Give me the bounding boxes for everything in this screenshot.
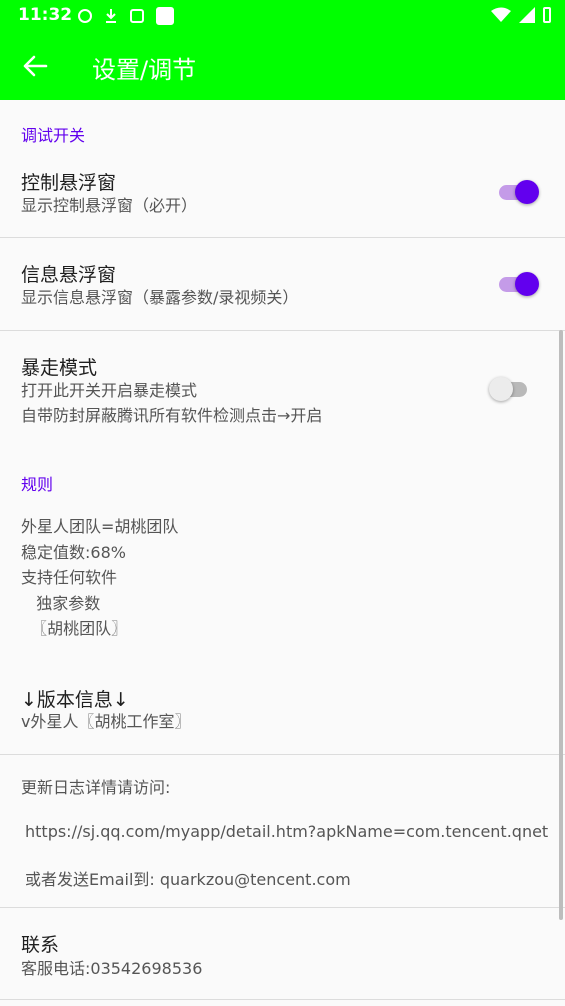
divider bbox=[0, 330, 565, 331]
page-title: 设置/调节 bbox=[92, 56, 197, 84]
shield-x-icon bbox=[78, 9, 92, 23]
divider bbox=[0, 237, 565, 238]
battery-icon bbox=[543, 7, 551, 23]
pref-title: ↓版本信息↓ bbox=[21, 689, 129, 711]
divider bbox=[0, 907, 565, 908]
changelog-email[interactable]: 或者发送Email到: quarkzou@tencent.com bbox=[25, 866, 351, 890]
pref-summary-line2: 自带防封屏蔽腾讯所有软件检测点击→开启 bbox=[21, 406, 323, 425]
pref-summary: v外星人〖胡桃工作室〗 bbox=[21, 712, 191, 731]
divider bbox=[0, 999, 565, 1000]
pref-title: 暴走模式 bbox=[21, 357, 98, 379]
section-header-debug: 调试开关 bbox=[21, 126, 86, 145]
scrollbar[interactable] bbox=[559, 330, 563, 920]
app-bar: 设置/调节 bbox=[0, 32, 565, 100]
status-time: 11:32 bbox=[18, 5, 73, 25]
rules-text: 外星人团队=胡桃团队 稳定值数:68% 支持任何软件 独家参数 〖胡桃团队〗 bbox=[21, 517, 179, 638]
pref-title: 控制悬浮窗 bbox=[21, 172, 117, 194]
section-header-rules: 规则 bbox=[21, 475, 54, 494]
toggle-floating-control[interactable] bbox=[497, 178, 541, 206]
arrow-left-icon[interactable] bbox=[20, 52, 50, 80]
changelog-intro: 更新日志详情请访问: bbox=[21, 778, 171, 797]
pref-summary: 显示信息悬浮窗（暴露参数/录视频关） bbox=[21, 288, 299, 307]
divider bbox=[0, 754, 565, 755]
download-icon bbox=[106, 9, 116, 23]
signal-icon bbox=[519, 7, 535, 23]
pref-title: 信息悬浮窗 bbox=[21, 264, 117, 286]
pref-summary: 客服电话:03542698536 bbox=[21, 959, 203, 978]
font-icon bbox=[130, 9, 144, 23]
pref-summary-line1: 打开此开关开启暴走模式 bbox=[21, 381, 198, 400]
status-bar: 11:32 bbox=[0, 0, 565, 32]
toggle-floating-info[interactable] bbox=[497, 270, 541, 298]
toggle-rampage-mode[interactable] bbox=[489, 375, 533, 403]
changelog-url[interactable]: https://sj.qq.com/myapp/detail.htm?apkNa… bbox=[25, 822, 548, 841]
wifi-icon bbox=[491, 7, 511, 22]
square-icon bbox=[156, 7, 174, 25]
pref-title: 联系 bbox=[21, 934, 60, 956]
pref-summary: 显示控制悬浮窗（必开） bbox=[21, 196, 198, 215]
